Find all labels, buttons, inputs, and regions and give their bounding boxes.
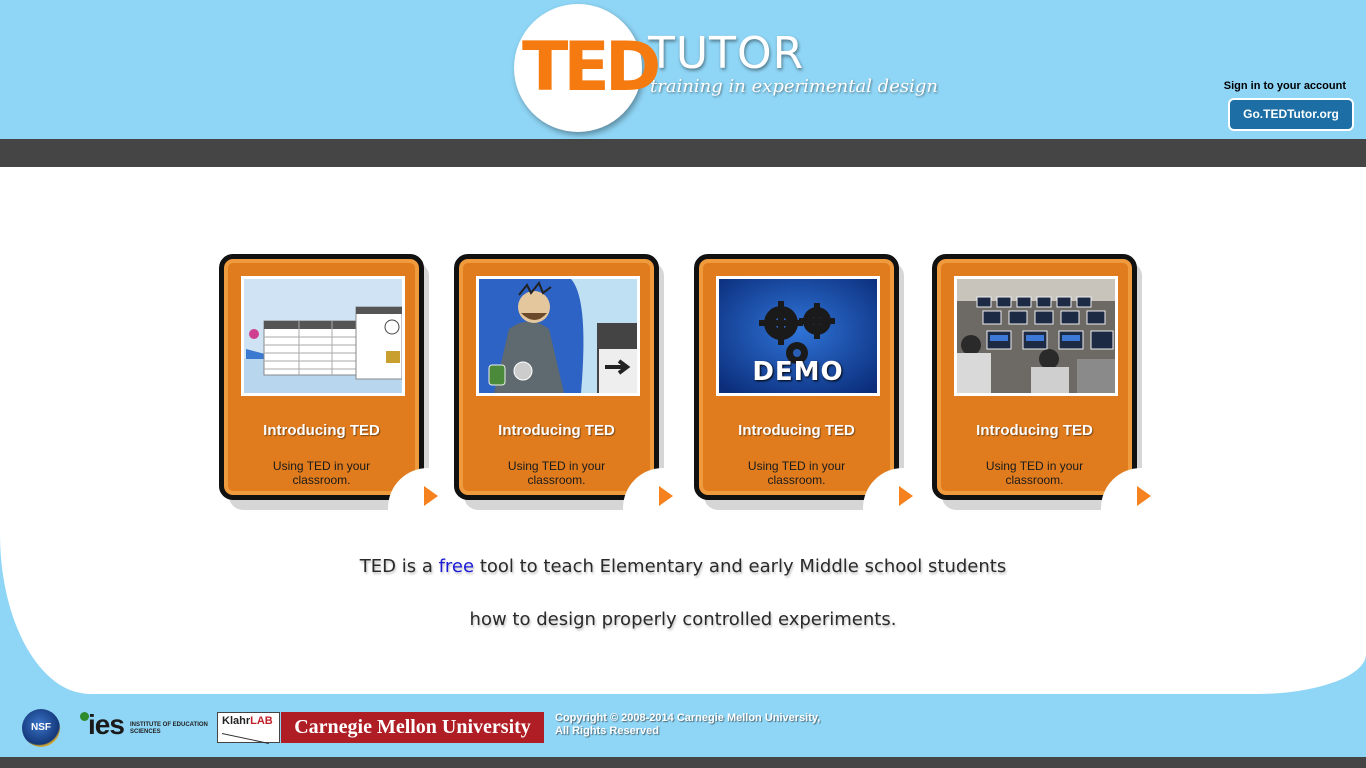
card-body[interactable]: DEMO Introducing TED Using TED in your c… bbox=[694, 254, 899, 500]
tedtutor-logo[interactable]: TED TUTOR training in experimental desig… bbox=[514, 4, 938, 134]
card-thumbnail-ramps[interactable] bbox=[241, 276, 405, 396]
card-title: Introducing TED bbox=[263, 422, 380, 439]
nsf-logo[interactable]: NSF bbox=[22, 709, 60, 747]
tagline-line2: how to design properly controlled experi… bbox=[469, 609, 897, 630]
logo-ted-text: TED bbox=[522, 28, 661, 107]
logo-tagline: training in experimental design bbox=[650, 76, 938, 97]
card-description: Using TED in your classroom. bbox=[747, 459, 846, 487]
go-tedtutor-button[interactable]: Go.TEDTutor.org bbox=[1228, 98, 1354, 131]
tagline-free: free bbox=[438, 556, 475, 577]
signin-label: Sign in to your account bbox=[1223, 80, 1346, 92]
card-title: Introducing TED bbox=[738, 422, 855, 439]
footer-bar bbox=[0, 757, 1366, 768]
klahr-ramp-line bbox=[221, 733, 270, 744]
tagline-pre: TED is a bbox=[359, 556, 439, 577]
nav-bar bbox=[0, 139, 1366, 167]
card-body[interactable]: Introducing TED Using TED in your classr… bbox=[932, 254, 1137, 500]
scientist-cartoon-image bbox=[479, 279, 637, 393]
play-arrow-icon[interactable] bbox=[1137, 486, 1151, 506]
cmu-logo[interactable]: Carnegie Mellon University bbox=[281, 712, 544, 743]
copyright-line2: All Rights Reserved bbox=[555, 725, 659, 737]
logo-tutor-text: TUTOR bbox=[648, 28, 805, 79]
card-title: Introducing TED bbox=[498, 422, 615, 439]
ies-text: ies bbox=[88, 709, 125, 740]
ramps-table-image bbox=[244, 279, 402, 393]
ies-subtitle: Institute of Education Sciences bbox=[130, 722, 208, 735]
tagline-line1: TED is a free tool to teach Elementary a… bbox=[0, 556, 1366, 577]
tagline-post: tool to teach Elementary and early Middl… bbox=[474, 556, 1007, 577]
play-arrow-icon[interactable] bbox=[659, 486, 673, 506]
classroom-photo-image bbox=[957, 279, 1115, 393]
klahr-name: Klahr bbox=[222, 715, 251, 727]
klahr-lab-logo[interactable]: KlahrLAB bbox=[217, 712, 280, 744]
play-arrow-icon[interactable] bbox=[899, 486, 913, 506]
copyright: Copyright © 2008-2014 Carnegie Mellon Un… bbox=[555, 712, 820, 738]
intro-card-4[interactable]: Introducing TED Using TED in your classr… bbox=[932, 254, 1151, 510]
demo-label: DEMO bbox=[752, 357, 844, 387]
klahr-lab-suffix: LAB bbox=[250, 715, 273, 727]
intro-card-1[interactable]: Introducing TED Using TED in your classr… bbox=[219, 254, 438, 510]
klahr-lab-text: KlahrLAB bbox=[222, 715, 273, 727]
ies-logo[interactable]: ies Institute of Education Sciences bbox=[80, 708, 208, 742]
card-thumbnail-demo[interactable]: DEMO bbox=[716, 276, 880, 396]
card-body[interactable]: Introducing TED Using TED in your classr… bbox=[454, 254, 659, 500]
intro-card-2[interactable]: Introducing TED Using TED in your classr… bbox=[454, 254, 673, 510]
intro-card-3[interactable]: DEMO Introducing TED Using TED in your c… bbox=[694, 254, 913, 510]
card-body[interactable]: Introducing TED Using TED in your classr… bbox=[219, 254, 424, 500]
card-description: Using TED in your classroom. bbox=[985, 459, 1084, 487]
card-thumbnail-scientist[interactable] bbox=[476, 276, 640, 396]
card-thumbnail-classroom[interactable] bbox=[954, 276, 1118, 396]
play-arrow-icon[interactable] bbox=[424, 486, 438, 506]
copyright-line1: Copyright © 2008-2014 Carnegie Mellon Un… bbox=[555, 712, 821, 724]
card-description: Using TED in your classroom. bbox=[272, 459, 371, 487]
card-description: Using TED in your classroom. bbox=[507, 459, 606, 487]
card-title: Introducing TED bbox=[976, 422, 1093, 439]
